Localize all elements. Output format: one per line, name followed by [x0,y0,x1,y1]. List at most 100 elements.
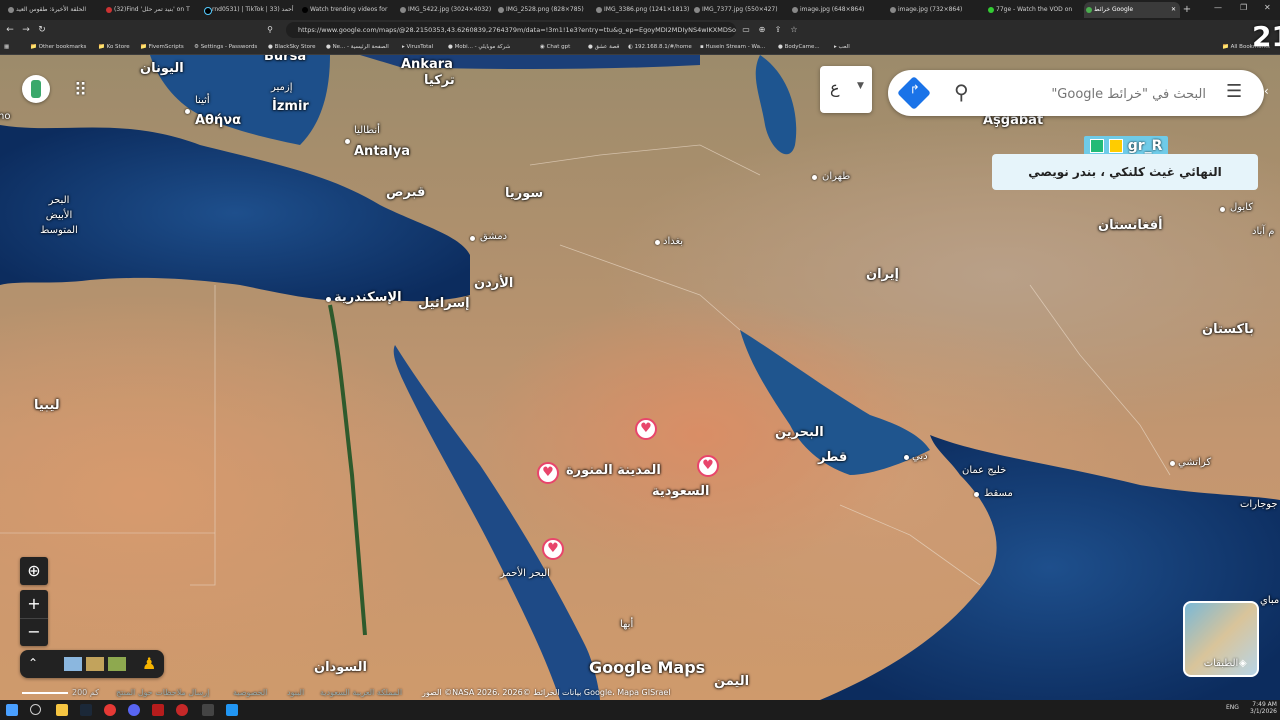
map-label[interactable]: Ankara [401,57,453,72]
chevron-down-icon[interactable]: ▼ [857,81,864,91]
close-tab-icon[interactable]: ✕ [1171,2,1176,18]
bookmark-item[interactable]: ◐ 192.168.8.1/#/home [628,42,692,52]
footer-link[interactable]: المملكة العربية السعودية [320,688,402,697]
saved-place-heart-icon[interactable]: ♥ [542,538,564,560]
browser-tab-active[interactable]: خرائط Google ✕ [1084,2,1180,18]
back-icon[interactable]: ← [4,23,16,37]
browser-tab[interactable]: 77ge - Watch the VOD on [986,2,1082,18]
map-label[interactable]: جوجارات [1240,499,1278,510]
bookmark-star-icon[interactable]: ☆ [788,23,800,37]
map-label[interactable]: Bursa [264,55,306,64]
map-label[interactable]: مسقط [984,488,1013,499]
app-icon[interactable] [176,704,188,716]
map-label[interactable]: مباي [1260,595,1279,606]
map-label[interactable]: المدينة المنورة [566,463,661,478]
transit-thumbnail[interactable] [108,657,126,671]
map-label[interactable]: سوريا [505,186,543,201]
saved-place-heart-icon[interactable]: ♥ [635,418,657,440]
footer-link[interactable]: البنود [287,688,304,697]
map-label[interactable]: ليبيا [34,398,60,413]
zoom-icon[interactable]: ⊕ [756,23,768,37]
map-label[interactable]: اليمن [714,674,749,689]
browser-tab[interactable]: rnd0531) | TikTok | أحمد (33 [202,2,298,18]
map-label[interactable]: أنطاليا [354,125,380,136]
bookmark-item[interactable]: 📁 Ko Store [98,42,130,52]
input-tools-button[interactable]: ع ▼ [820,66,872,113]
map-label[interactable]: Antalya [354,144,410,159]
map-label[interactable]: دمشق [480,231,507,242]
maximize-icon[interactable]: ❐ [1240,3,1247,12]
browser-tab[interactable]: IMG_3386.png (1241×1813) [594,2,690,18]
bookmark-item[interactable]: ⚙ Settings - Passwords [194,42,257,52]
zoom-in-button[interactable]: + [20,590,48,618]
footer-link[interactable]: إرسال ملاحظات حول المنتج [116,688,209,697]
steam-icon[interactable] [80,704,92,716]
app-icon[interactable] [226,704,238,716]
map-label[interactable]: قبرص [386,185,425,200]
map-label[interactable]: قطر [818,450,847,465]
browser-tab[interactable]: IMG_2528.png (828×785) [496,2,592,18]
new-tab-button[interactable]: + [1180,2,1194,18]
map-label[interactable]: دبي [912,451,928,462]
bookmark-item[interactable]: ▸ VirusTotal [402,42,433,52]
bookmark-item[interactable]: ● قصة عشق [588,42,619,52]
reload-icon[interactable]: ↻ [36,23,48,37]
saved-place-heart-icon[interactable]: ♥ [697,455,719,477]
map-label[interactable]: إيران [866,267,899,282]
map-label[interactable]: البحرين [775,425,824,440]
browser-tab[interactable]: image.jpg (732×864) [888,2,984,18]
map-label[interactable]: كراتشي [1178,457,1211,468]
terrain-thumbnail[interactable] [64,657,82,671]
chevron-left-icon[interactable]: ‹ [1264,84,1269,98]
search-input[interactable] [1008,78,1208,110]
saved-place-heart-icon[interactable]: ♥ [537,462,559,484]
windows-start-icon[interactable] [6,704,18,716]
share-icon[interactable]: ⇪ [772,23,784,37]
browser-tab[interactable]: Watch trending videos for [300,2,396,18]
site-info-icon[interactable]: ⚲ [264,23,276,37]
close-window-icon[interactable]: ✕ [1264,3,1271,12]
bookmark-item[interactable]: 📁 FivemScripts [140,42,184,52]
map-label[interactable]: إزمير [271,82,293,93]
map-label[interactable]: السودان [314,660,367,675]
bookmark-item[interactable]: ▸ العب [834,42,850,52]
directions-icon[interactable]: ↱ [897,76,931,110]
map-label[interactable]: كابول [1230,202,1253,213]
apps-grid-icon[interactable]: ▦ [4,42,9,52]
browser-tab[interactable]: الحلقة الأخيرة: طقوس العيد [6,2,102,18]
map-label[interactable]: İzmir [272,99,309,114]
account-avatar[interactable] [22,75,50,103]
bookmark-item[interactable]: ◉ Chat gpt [540,42,570,52]
map-label[interactable]: اليونان [140,61,184,76]
map-label[interactable]: إسرائيل [418,296,470,311]
search-icon[interactable] [30,704,41,715]
bookmark-item[interactable]: ▪ Husein Stream - Wa... [700,42,765,52]
zoom-out-button[interactable]: − [20,618,48,647]
map-label[interactable]: Αθήνα [195,113,241,128]
map-label[interactable]: الإسكندرية [334,290,402,305]
map-label[interactable]: no [0,111,10,122]
my-location-button[interactable]: ⊕ [20,557,48,585]
map-label[interactable]: م آباد [1252,226,1274,237]
layers-button[interactable]: ◈ الطبقات [1183,601,1259,677]
url-field[interactable]: https://www.google.com/maps/@28.2150353,… [286,22,736,38]
map-label[interactable]: السعودية [652,484,710,499]
discord-icon[interactable] [128,704,140,716]
map-label[interactable]: الأردن [474,276,513,291]
map-label[interactable]: أفغانستان [1098,218,1163,233]
cast-icon[interactable]: ▭ [740,23,752,37]
language-indicator[interactable]: ENG [1226,704,1239,711]
map-label[interactable]: باكستان [1202,322,1254,337]
search-icon[interactable]: ⚲ [954,80,969,104]
browser-tab[interactable]: IMG_7377.jpg (550×427) [692,2,788,18]
map-label[interactable]: تركيا [424,73,455,88]
apps-grid-icon[interactable]: ⠿ [74,80,87,101]
map-label[interactable]: بغداد [663,236,683,247]
bookmark-item[interactable]: ● BodyCame... [778,42,820,52]
browser-tab[interactable]: (32)Find 'بنيد تمر حلل' on T [104,2,200,18]
bookmark-item[interactable]: ● BlackSky Store [268,42,315,52]
traffic-thumbnail[interactable] [86,657,104,671]
map-label[interactable]: طهران [822,171,850,182]
browser-tab[interactable]: image.jpg (648×864) [790,2,886,18]
expand-up-icon[interactable]: ⌃ [28,656,38,670]
